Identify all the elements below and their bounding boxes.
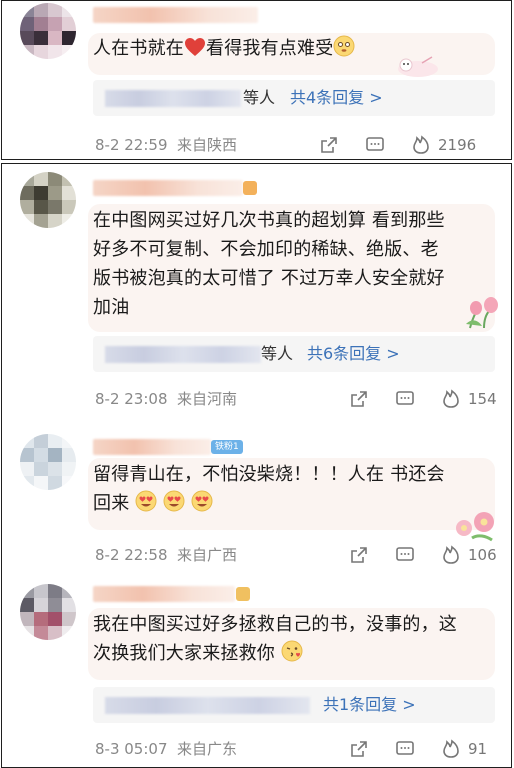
tulip-sticker-icon: [466, 297, 498, 329]
reply-usernames: [105, 697, 310, 714]
comment-text: 留得青山在，不怕没柴烧！！！人在 书还会 回来: [93, 460, 485, 518]
share-icon[interactable]: [349, 545, 369, 565]
comment-time: 8-2 22:58: [95, 546, 168, 564]
comment-item: 铁粉1 留得青山在，不怕没柴烧！！！人在 书还会 回来 8-2 22:58 来自…: [2, 426, 511, 578]
like-count: 106: [468, 546, 497, 564]
flower-sticker-icon: [456, 512, 494, 542]
comment-icon[interactable]: [395, 739, 415, 759]
like-flame-icon[interactable]: [441, 545, 461, 565]
comment-panel-top: 人在书就在 看得我有点难受 等人 共4条回复 > 8-2 22:59 来自陕西 2…: [1, 0, 512, 160]
like-count: 2196: [438, 136, 477, 154]
flushed-face-icon: [333, 35, 355, 57]
username[interactable]: [93, 586, 235, 602]
kiss-emoji-icon: [281, 640, 303, 662]
like-flame-icon[interactable]: [411, 135, 431, 155]
comment-footer: 8-2 23:08 来自河南 154: [93, 389, 497, 409]
comment-meta: 8-2 22:59 来自陕西: [95, 135, 237, 155]
comment-line: 我在中图买过好多拯救自己的书，没事的，这: [93, 614, 457, 635]
user-badge-icon: [243, 181, 257, 195]
heart-eyes-emoji-icon: [163, 490, 185, 512]
view-replies-link[interactable]: 共6条回复 >: [307, 344, 400, 364]
comment-text: 在中图网买过好几次书真的超划算 看到那些 好多不可复制、不会加印的稀缺、绝版、老…: [93, 206, 485, 322]
heart-eyes-emoji-icon: [135, 490, 157, 512]
replies-preview[interactable]: 等人 共4条回复 >: [93, 80, 495, 116]
username[interactable]: [93, 180, 243, 196]
sticker-cat-icon: [398, 56, 438, 77]
username[interactable]: [93, 439, 211, 455]
comment-location: 来自广西: [177, 546, 238, 564]
view-replies-link[interactable]: 共4条回复 >: [290, 88, 383, 108]
like-count: 91: [468, 740, 488, 758]
comment-meta: 8-3 05:07 来自广东: [95, 739, 237, 759]
share-icon[interactable]: [349, 739, 369, 759]
comment-line: 留得青山在，不怕没柴烧！！！人在 书还会: [93, 464, 445, 485]
share-icon[interactable]: [319, 135, 339, 155]
comment-icon[interactable]: [395, 545, 415, 565]
fan-badge: 铁粉1: [211, 440, 243, 454]
comment-time: 8-2 22:59: [95, 136, 168, 154]
replies-preview[interactable]: 等人 共6条回复 >: [93, 336, 495, 372]
heart-eyes-emoji-icon: [191, 490, 213, 512]
comment-footer: 8-2 22:59 来自陕西 2196: [93, 135, 495, 155]
comment-item: 在中图网买过好几次书真的超划算 看到那些 好多不可复制、不会加印的稀缺、绝版、老…: [2, 164, 511, 419]
replies-who: 等人: [261, 344, 294, 363]
comment-footer: 8-2 22:58 来自广西 106: [93, 545, 497, 565]
comment-item: 人在书就在 看得我有点难受 等人 共4条回复 > 8-2 22:59 来自陕西 2…: [2, 1, 511, 159]
share-icon[interactable]: [349, 389, 369, 409]
replies-preview-c4[interactable]: 共1条回复 >: [93, 687, 495, 723]
username[interactable]: [93, 7, 258, 23]
user-badge-icon: [236, 587, 250, 601]
avatar[interactable]: [20, 172, 76, 228]
comment-meta: 8-2 22:58 来自广西: [95, 545, 237, 565]
comment-footer: 8-3 05:07 来自广东 91: [93, 739, 495, 759]
comment-line: 在中图网买过好几次书真的超划算 看到那些: [93, 210, 445, 231]
view-replies-link[interactable]: 共1条回复 >: [323, 695, 416, 715]
comment-text: 我在中图买过好多拯救自己的书，没事的，这 次换我们大家来拯救你: [93, 610, 485, 668]
heart-icon: [185, 38, 205, 56]
comment-line: 好多不可复制、不会加印的稀缺、绝版、老: [93, 239, 439, 260]
comment-icon[interactable]: [365, 135, 385, 155]
comment-time: 8-3 05:07: [95, 740, 168, 758]
avatar[interactable]: [20, 434, 76, 490]
comment-location: 来自河南: [177, 390, 238, 408]
comment-panel-bottom: 在中图网买过好几次书真的超划算 看到那些 好多不可复制、不会加印的稀缺、绝版、老…: [1, 163, 512, 768]
comment-line: 加油: [93, 297, 130, 318]
avatar[interactable]: [20, 3, 76, 59]
like-flame-icon[interactable]: [441, 389, 461, 409]
comment-icon[interactable]: [395, 389, 415, 409]
comment-time: 8-2 23:08: [95, 390, 168, 408]
reply-usernames: [105, 90, 241, 107]
reply-usernames: [105, 346, 261, 363]
like-count: 154: [468, 390, 497, 408]
comment-line: 回来: [93, 493, 130, 514]
replies-who: 等人: [243, 88, 276, 107]
like-flame-icon[interactable]: [441, 739, 461, 759]
comment-location: 来自广东: [177, 740, 238, 758]
comment-meta: 8-2 23:08 来自河南: [95, 389, 237, 409]
comment-location: 来自陕西: [177, 136, 238, 154]
comment-line: 版书被泡真的太可惜了 不过万幸人安全就好: [93, 268, 445, 289]
comment-line: 次换我们大家来拯救你: [93, 643, 275, 664]
avatar[interactable]: [20, 584, 76, 640]
